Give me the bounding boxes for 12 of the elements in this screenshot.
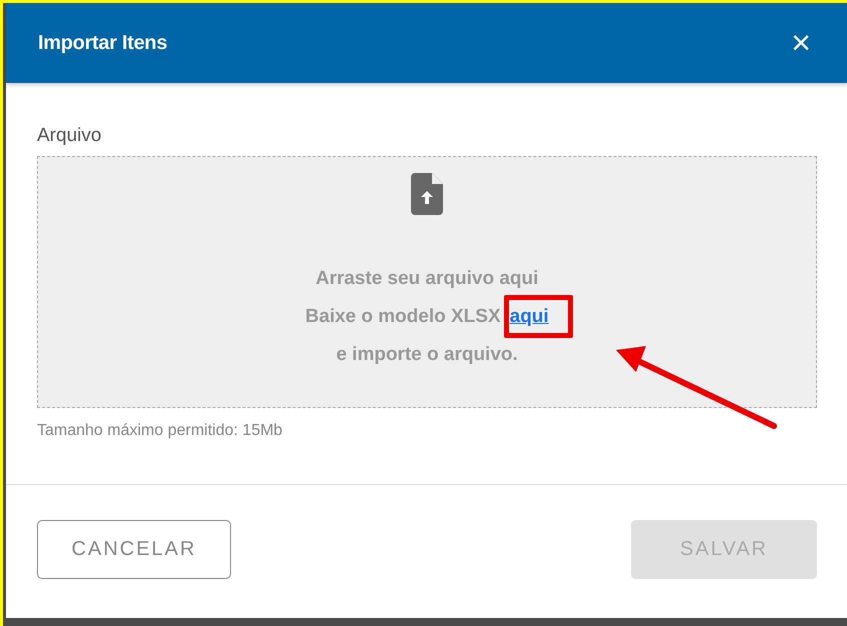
highlight-frame [504,295,573,338]
drop-zone-text: Arraste seu arquivo aqui [316,268,538,290]
drop-zone-text: Baixe o modelo XLSX [305,306,501,328]
template-download-link[interactable]: aqui [510,306,549,328]
file-drop-zone[interactable]: Arraste seu arquivo aqui Baixe o modelo XLSX aqui e importe o arquivo. [37,156,817,408]
dialog-title: Importar Itens [38,32,168,54]
drop-zone-text: e importe o arquivo. [336,344,518,366]
size-limit-hint: Tamanho máximo permitido: 15Mb [37,422,284,440]
close-button[interactable]: × [791,26,811,60]
field-label: Arquivo [37,125,102,147]
cancel-button[interactable]: CANCELAR [37,520,231,579]
file-upload-icon [411,173,443,215]
